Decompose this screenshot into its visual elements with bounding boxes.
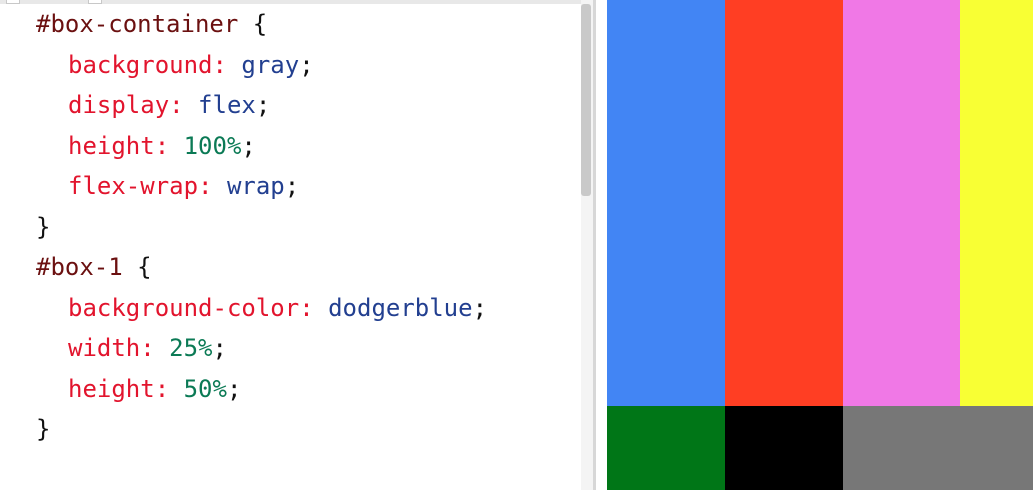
- css-value: 50%: [169, 374, 227, 403]
- code-line[interactable]: background-color: dodgerblue;: [36, 288, 487, 329]
- css-property: width:: [68, 334, 155, 362]
- pane-divider-rule: [593, 0, 596, 490]
- code-line[interactable]: width: 25%;: [36, 328, 487, 369]
- box-1: [607, 0, 725, 406]
- css-punctuation: ;: [472, 293, 488, 322]
- editor-scrollbar-thumb[interactable]: [581, 4, 591, 196]
- css-punctuation: {: [238, 10, 268, 38]
- css-punctuation: ;: [284, 172, 300, 200]
- box-2: [725, 0, 843, 406]
- preview-pane: [607, 0, 1033, 490]
- css-value: flex: [183, 91, 256, 119]
- code-line[interactable]: }: [36, 409, 487, 450]
- css-selector: #box-container: [36, 10, 239, 38]
- css-punctuation: ;: [299, 50, 314, 79]
- box-3: [843, 0, 960, 406]
- code-line[interactable]: height: 100%;: [36, 126, 487, 167]
- code-line[interactable]: #box-1 {: [36, 247, 487, 288]
- css-punctuation: ;: [241, 131, 256, 160]
- css-selector: #box-1: [36, 253, 123, 281]
- css-editor-pane[interactable]: #box-container {background: gray; display…: [0, 0, 581, 490]
- css-punctuation: }: [36, 415, 51, 443]
- code-line[interactable]: }: [36, 207, 487, 248]
- css-punctuation: ;: [255, 91, 271, 119]
- css-punctuation: }: [36, 212, 51, 241]
- css-property: flex-wrap:: [68, 172, 213, 200]
- css-punctuation: {: [122, 253, 152, 281]
- css-value: dodgerblue: [313, 293, 473, 322]
- css-property: display:: [68, 91, 184, 119]
- css-property: background-color:: [68, 293, 314, 322]
- code-editor[interactable]: #box-container {background: gray; display…: [36, 4, 487, 450]
- code-line[interactable]: height: 50%;: [36, 369, 487, 410]
- code-line[interactable]: flex-wrap: wrap;: [36, 166, 487, 207]
- code-line[interactable]: display: flex;: [36, 85, 487, 126]
- css-value: wrap: [212, 172, 285, 200]
- box-5: [607, 406, 725, 490]
- css-property: height:: [68, 131, 170, 160]
- css-value: gray: [226, 50, 300, 79]
- editor-tab-handle[interactable]: [6, 0, 20, 4]
- css-value: 25%: [154, 334, 213, 362]
- box-6: [725, 406, 843, 490]
- pane-divider[interactable]: [593, 0, 607, 490]
- css-value: 100%: [169, 131, 242, 160]
- code-line[interactable]: background: gray;: [36, 45, 487, 86]
- box-4: [960, 0, 1033, 406]
- code-line[interactable]: #box-container {: [36, 4, 487, 45]
- css-property: height:: [68, 374, 170, 403]
- css-property: background:: [68, 50, 227, 79]
- css-punctuation: ;: [212, 334, 227, 362]
- css-punctuation: ;: [226, 374, 242, 403]
